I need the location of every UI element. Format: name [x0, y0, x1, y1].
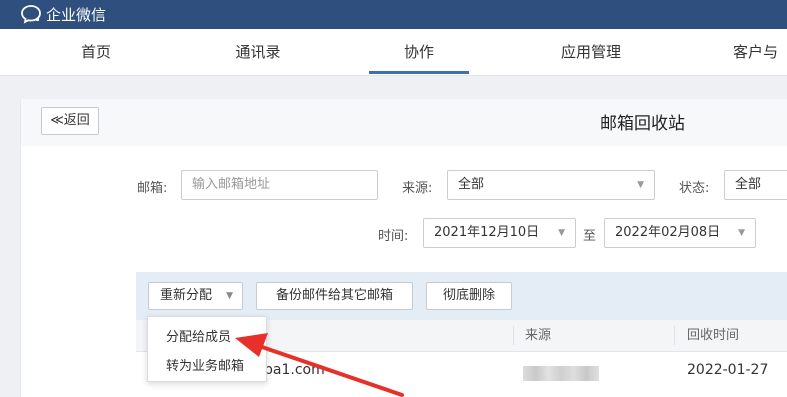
tab-customers[interactable]: 客户与: [733, 29, 787, 75]
source-label: 来源:: [402, 181, 433, 196]
column-header-recycle-time[interactable]: 回收时间: [687, 320, 739, 351]
reassign-button[interactable]: 重新分配 ▼: [148, 282, 243, 310]
tab-app-management[interactable]: 应用管理: [546, 29, 636, 75]
mailbox-input[interactable]: 输入邮箱地址: [181, 170, 378, 200]
mailbox-label: 邮箱:: [137, 181, 168, 196]
to-label: 至: [583, 229, 597, 244]
column-divider: [674, 326, 675, 345]
redacted-source: [523, 366, 599, 381]
caret-down-icon: ▼: [558, 228, 565, 238]
column-header-source[interactable]: 来源: [525, 320, 551, 351]
status-select-value: 全部: [735, 177, 762, 192]
date-to-select[interactable]: 2022年02月08日 ▼: [604, 218, 756, 248]
permanent-delete-button[interactable]: 彻底删除: [426, 282, 512, 310]
caret-down-icon: ▼: [637, 180, 644, 190]
date-from-value: 2021年12月10日: [434, 225, 540, 240]
top-bar: 企业微信: [0, 0, 787, 29]
reassign-label: 重新分配: [160, 288, 213, 303]
caret-down-icon: ▼: [226, 291, 233, 301]
chat-bubble-icon: [21, 5, 41, 24]
status-label: 状态:: [679, 181, 710, 196]
date-to-value: 2022年02月08日: [615, 225, 721, 240]
source-select-value: 全部: [458, 177, 485, 192]
caret-down-icon: ▼: [738, 228, 745, 238]
time-label: 时间:: [378, 229, 409, 244]
page-title: 邮箱回收站: [600, 114, 685, 134]
date-from-select[interactable]: 2021年12月10日 ▼: [423, 218, 576, 248]
panel-header: ≪返回 邮箱回收站: [21, 99, 787, 146]
column-divider: [513, 326, 514, 345]
main-nav: 首页 通讯录 协作 应用管理 客户与: [0, 29, 787, 76]
brand[interactable]: 企业微信: [20, 3, 106, 25]
content-panel: ≪返回 邮箱回收站: [20, 99, 787, 397]
brand-name: 企业微信: [46, 5, 107, 24]
status-select[interactable]: 全部: [724, 170, 787, 200]
row-recycle-time: 2022-01-27: [687, 362, 769, 378]
dropdown-item-assign-to-member[interactable]: 分配给成员: [166, 326, 231, 345]
source-select[interactable]: 全部 ▼: [447, 170, 655, 200]
back-button[interactable]: ≪返回: [41, 107, 99, 135]
tab-collaboration[interactable]: 协作: [369, 29, 469, 75]
dropdown-item-convert-business-mailbox[interactable]: 转为业务邮箱: [166, 355, 244, 374]
backup-mail-button[interactable]: 备份邮件给其它邮箱: [256, 282, 413, 310]
tab-home[interactable]: 首页: [66, 29, 126, 75]
row-email: ba1.com: [264, 362, 325, 378]
tab-contacts[interactable]: 通讯录: [222, 29, 294, 75]
reassign-dropdown-menu: 分配给成员 转为业务邮箱: [147, 316, 267, 382]
